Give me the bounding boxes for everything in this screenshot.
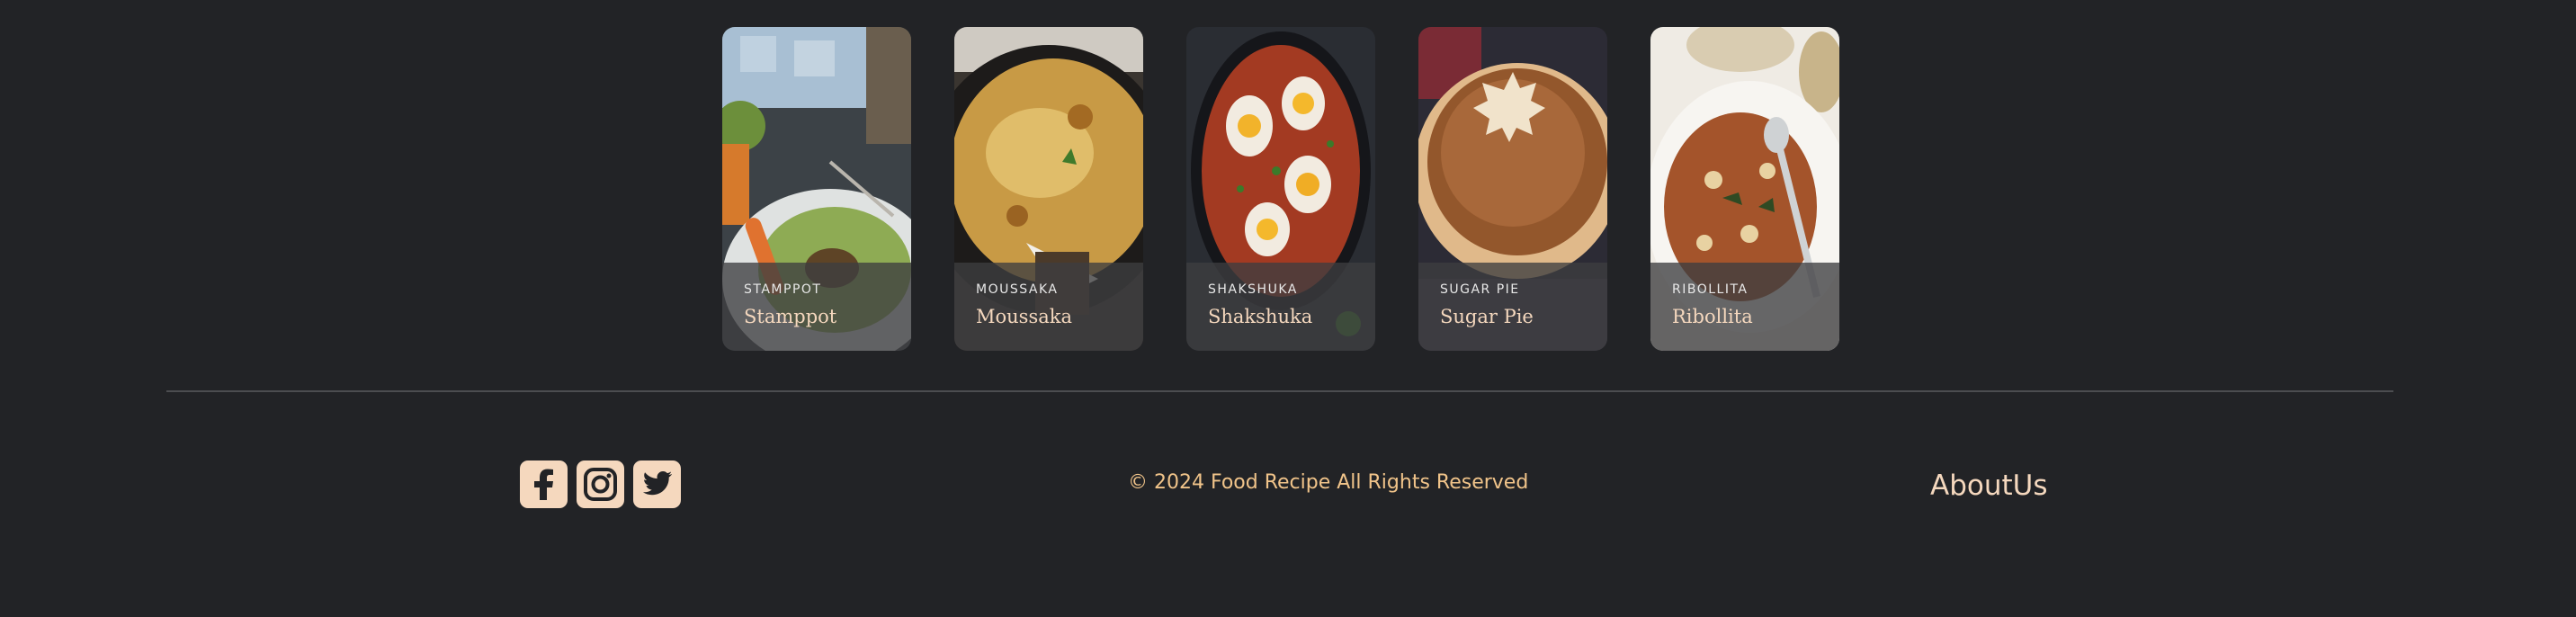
recipe-card-moussaka[interactable]: MOUSSAKA Moussaka (954, 27, 1143, 351)
recipe-category: STAMPPOT (744, 282, 822, 297)
recipe-caption: SHAKSHUKA Shakshuka (1186, 263, 1375, 351)
recipe-card-ribollita[interactable]: RIBOLLITA Ribollita (1650, 27, 1839, 351)
recipe-title: Stamppot (744, 306, 837, 327)
page: STAMPPOT Stamppot MOUSSAKA Moussaka SHAK… (0, 0, 2576, 617)
instagram-icon[interactable] (577, 461, 624, 508)
recipe-category: RIBOLLITA (1672, 282, 1749, 297)
recipe-category: MOUSSAKA (976, 282, 1059, 297)
recipe-caption: STAMPPOT Stamppot (722, 263, 911, 351)
facebook-icon[interactable] (520, 461, 568, 508)
recipe-caption: MOUSSAKA Moussaka (954, 263, 1143, 351)
recipe-title: Moussaka (976, 306, 1072, 327)
recipe-title: Ribollita (1672, 306, 1753, 327)
copyright-text: © 2024 Food Recipe All Rights Reserved (1128, 471, 1529, 494)
recipe-category: SHAKSHUKA (1208, 282, 1298, 297)
recipe-card-shakshuka[interactable]: SHAKSHUKA Shakshuka (1186, 27, 1375, 351)
recipe-category: SUGAR PIE (1440, 282, 1520, 297)
recipe-card-row: STAMPPOT Stamppot MOUSSAKA Moussaka SHAK… (722, 27, 1839, 351)
recipe-title: Shakshuka (1208, 306, 1313, 327)
recipe-card-stamppot[interactable]: STAMPPOT Stamppot (722, 27, 911, 351)
recipe-caption: RIBOLLITA Ribollita (1650, 263, 1839, 351)
social-links (520, 461, 681, 508)
recipe-card-sugar-pie[interactable]: SUGAR PIE Sugar Pie (1418, 27, 1607, 351)
twitter-icon[interactable] (633, 461, 681, 508)
recipe-caption: SUGAR PIE Sugar Pie (1418, 263, 1607, 351)
about-us-link[interactable]: AboutUs (1930, 469, 2048, 502)
footer-divider (166, 390, 2393, 392)
recipe-title: Sugar Pie (1440, 306, 1534, 327)
